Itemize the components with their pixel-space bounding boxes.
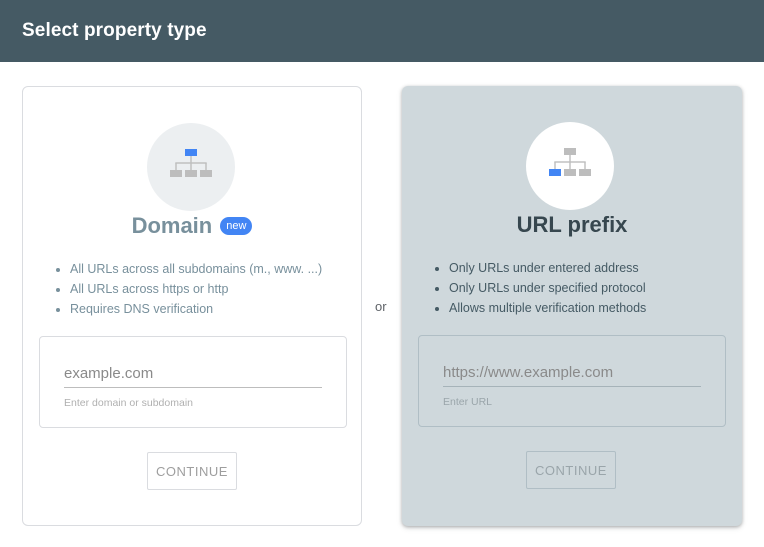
domain-input-box: Enter domain or subdomain xyxy=(39,336,347,428)
list-item: All URLs across https or http xyxy=(70,279,322,299)
dialog-header: Select property type xyxy=(0,0,764,62)
domain-input-helper: Enter domain or subdomain xyxy=(64,397,193,409)
list-item: Only URLs under specified protocol xyxy=(449,278,646,298)
domain-icon-circle xyxy=(147,123,235,211)
dialog-title: Select property type xyxy=(22,20,207,41)
domain-card-title: Domain xyxy=(131,213,213,238)
sitemap-icon xyxy=(549,148,591,176)
list-item: All URLs across all subdomains (m., www.… xyxy=(70,259,322,279)
url-prefix-card-title: URL prefix xyxy=(516,212,628,237)
domain-title-row: Domain new xyxy=(23,213,361,239)
url-prefix-continue-button[interactable]: CONTINUE xyxy=(526,451,616,489)
list-item: Requires DNS verification xyxy=(70,299,322,319)
url-input-box: Enter URL xyxy=(418,335,726,427)
url-prefix-icon-circle xyxy=(526,122,614,210)
url-input[interactable] xyxy=(443,358,701,387)
domain-continue-button[interactable]: CONTINUE xyxy=(147,452,237,490)
list-item: Only URLs under entered address xyxy=(449,258,646,278)
list-item: Allows multiple verification methods xyxy=(449,298,646,318)
new-badge: new xyxy=(220,217,253,235)
or-separator: or xyxy=(375,299,387,314)
url-input-helper: Enter URL xyxy=(443,396,493,408)
domain-feature-list: All URLs across all subdomains (m., www.… xyxy=(50,259,322,319)
url-prefix-feature-list: Only URLs under entered address Only URL… xyxy=(429,258,646,318)
sitemap-icon xyxy=(170,149,212,177)
url-prefix-property-card[interactable]: URL prefix Only URLs under entered addre… xyxy=(402,86,742,526)
domain-input[interactable] xyxy=(64,359,322,388)
url-prefix-title-row: URL prefix xyxy=(402,212,742,238)
domain-property-card[interactable]: Domain new All URLs across all subdomain… xyxy=(22,86,362,526)
